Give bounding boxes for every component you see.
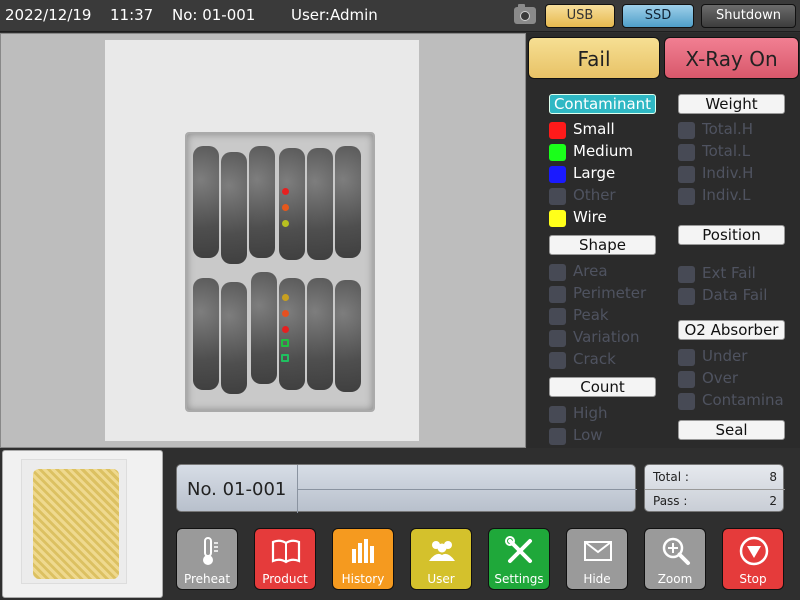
indicator-box xyxy=(549,428,566,445)
total-value: 8 xyxy=(769,470,777,484)
position-header[interactable]: Position xyxy=(678,225,785,245)
tools-icon xyxy=(505,536,532,563)
defect-marker-medium xyxy=(281,354,289,362)
defect-marker-wire xyxy=(282,294,289,301)
top-bar: 2022/12/19 11:37 No: 01-001 User:Admin U… xyxy=(0,0,800,32)
indicator-box xyxy=(549,264,566,281)
stop-label: Stop xyxy=(739,572,767,586)
indicator-box xyxy=(678,288,695,305)
indicator-box xyxy=(678,188,695,205)
defect-marker-small xyxy=(282,310,289,317)
users-icon xyxy=(429,541,455,561)
lot-info-box: No. 01-001 xyxy=(176,464,637,513)
divider xyxy=(297,489,637,490)
indicator-box xyxy=(678,144,695,161)
defect-marker-wire xyxy=(282,220,289,227)
noodle-block xyxy=(193,146,219,258)
preheat-label: Preheat xyxy=(183,572,231,586)
lot-number-text: No: 01-001 xyxy=(172,6,256,24)
indicator-box xyxy=(549,308,566,325)
inspection-screen: 2022/12/19 11:37 No: 01-001 User:Admin U… xyxy=(0,0,800,600)
indicator-box xyxy=(678,122,695,139)
date-text: 2022/12/19 xyxy=(5,6,92,24)
user-button[interactable]: User xyxy=(410,528,472,590)
history-label: History xyxy=(341,572,385,586)
camera-icon[interactable] xyxy=(514,4,536,24)
noodle-block xyxy=(221,152,247,264)
xray-image[interactable] xyxy=(105,40,419,441)
thermometer-icon xyxy=(203,537,218,565)
indicator-box xyxy=(678,393,695,410)
weight-header[interactable]: Weight xyxy=(678,94,785,114)
indicator-box xyxy=(549,166,566,183)
noodle-block xyxy=(335,280,361,392)
ssd-button[interactable]: SSD xyxy=(622,4,694,28)
product-photo-thumbnail[interactable] xyxy=(2,450,163,598)
indicator-box xyxy=(678,266,695,283)
contaminant-header[interactable]: Contaminant xyxy=(549,94,656,114)
noodle-block xyxy=(221,282,247,394)
preheat-button[interactable]: Preheat xyxy=(176,528,238,590)
indicator-box xyxy=(549,144,566,161)
total-label: Total : xyxy=(653,470,689,484)
product-button[interactable]: Product xyxy=(254,528,316,590)
defect-marker-small xyxy=(282,204,289,211)
noodle-block xyxy=(307,148,333,260)
xray-on-indicator[interactable]: X-Ray On xyxy=(664,37,799,79)
settings-button[interactable]: Settings xyxy=(488,528,550,590)
indicator-box xyxy=(678,371,695,388)
divider xyxy=(645,489,785,490)
shutdown-button[interactable]: Shutdown xyxy=(701,4,796,28)
noodle-block xyxy=(249,146,275,258)
pass-value: 2 xyxy=(769,494,777,508)
hide-label: Hide xyxy=(583,572,611,586)
judgement-panel: Fail X-Ray On Contaminant Small Medium Lar… xyxy=(527,33,800,448)
user-text: User:Admin xyxy=(291,6,378,24)
lot-number: No. 01-001 xyxy=(187,479,287,500)
zoom-icon xyxy=(662,537,690,565)
indicator-box xyxy=(678,166,695,183)
defect-marker-small xyxy=(282,188,289,195)
stop-icon xyxy=(739,536,769,566)
xray-image-panel xyxy=(0,33,526,448)
count-header[interactable]: Count xyxy=(549,377,656,397)
shape-header[interactable]: Shape xyxy=(549,235,656,255)
indicator-box xyxy=(549,406,566,423)
book-icon xyxy=(271,539,301,564)
product-noodles xyxy=(33,469,119,579)
noodle-block xyxy=(193,278,219,390)
usb-button[interactable]: USB xyxy=(545,4,615,28)
indicator-box xyxy=(549,210,566,227)
noodle-block xyxy=(251,272,277,384)
indicator-box xyxy=(549,286,566,303)
indicator-box xyxy=(549,330,566,347)
indicator-box xyxy=(549,352,566,369)
zoom-button[interactable]: Zoom xyxy=(644,528,706,590)
history-button[interactable]: History xyxy=(332,528,394,590)
defect-marker-medium xyxy=(281,339,289,347)
defect-marker-small xyxy=(282,326,289,333)
seal-header[interactable]: Seal xyxy=(678,420,785,440)
hide-icon xyxy=(584,541,612,561)
noodle-block xyxy=(307,278,333,390)
stop-button[interactable]: Stop xyxy=(722,528,784,590)
zoom-label: Zoom xyxy=(657,572,693,586)
indicator-box xyxy=(549,122,566,139)
bar-chart-icon xyxy=(352,539,374,563)
result-fail-indicator[interactable]: Fail xyxy=(528,37,660,79)
pass-label: Pass : xyxy=(653,494,688,508)
settings-label: Settings xyxy=(494,572,544,586)
noodle-block xyxy=(335,146,361,258)
product-label: Product xyxy=(262,572,308,586)
o2-item-contamination: Contamina xyxy=(678,391,798,411)
indicator-box xyxy=(549,188,566,205)
hide-button[interactable]: Hide xyxy=(566,528,628,590)
package-outline xyxy=(185,132,375,412)
time-text: 11:37 xyxy=(110,6,154,24)
user-label: User xyxy=(427,572,455,586)
indicator-box xyxy=(678,349,695,366)
o2-absorber-header[interactable]: O2 Absorber xyxy=(678,320,785,340)
count-summary-box: Total : 8 Pass : 2 xyxy=(644,464,785,512)
